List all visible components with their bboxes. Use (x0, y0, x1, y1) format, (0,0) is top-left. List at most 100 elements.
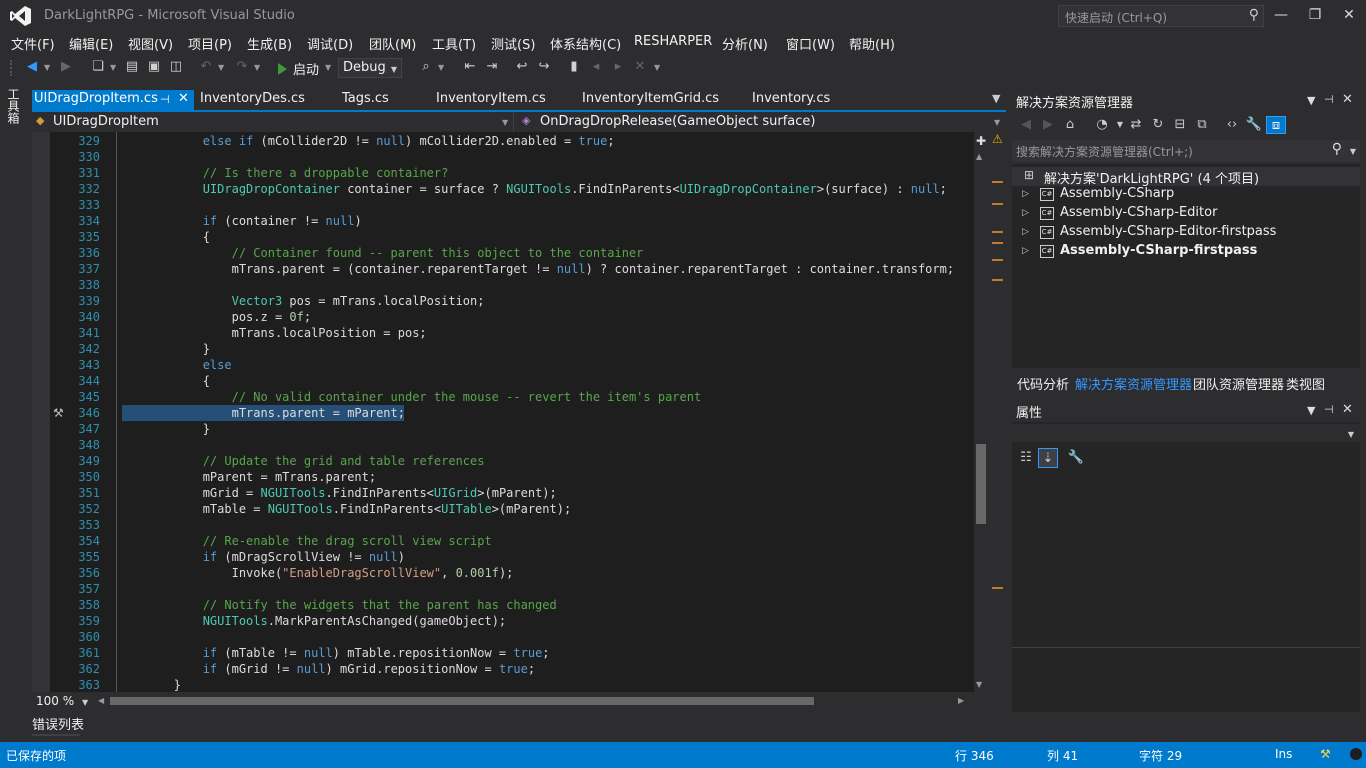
close-icon[interactable]: ✕ (1342, 92, 1353, 107)
close-icon[interactable]: ✕ (1342, 402, 1353, 417)
close-icon[interactable]: ✕ (178, 91, 189, 106)
menu-view[interactable]: 视图(V) (128, 34, 173, 53)
preview-selected-items-icon[interactable]: ⧈ (1266, 116, 1286, 134)
tab-inventoryitemgrid[interactable]: InventoryItemGrid.cs (582, 90, 719, 110)
code-line[interactable]: 355 if (mDragScrollView != null) (32, 549, 974, 565)
code-line[interactable]: 336 // Container found -- parent this ob… (32, 245, 974, 261)
tab-class-view[interactable]: 类视图 (1286, 374, 1325, 393)
tab-uidragdropitem[interactable]: UIDragDropItem.cs ⊣ ✕ (32, 90, 194, 110)
tab-inventory[interactable]: Inventory.cs (752, 90, 830, 110)
code-line[interactable]: 356 Invoke("EnableDragScrollView", 0.001… (32, 565, 974, 581)
menu-tools[interactable]: 工具(T) (432, 34, 476, 53)
forward-icon[interactable]: ▶ (1038, 116, 1058, 134)
code-line[interactable]: 334 if (container != null) (32, 213, 974, 229)
scroll-left-icon[interactable]: ◀ (98, 696, 104, 705)
toolbar-options-icon[interactable]: ▼ (654, 63, 660, 72)
code-line[interactable]: 337 mTrans.parent = (container.reparentT… (32, 261, 974, 277)
property-pages-wrench-icon[interactable]: 🔧 (1066, 448, 1086, 468)
expand-icon[interactable]: ▷ (1022, 189, 1029, 199)
solution-explorer-search-input[interactable]: 搜索解决方案资源管理器(Ctrl+;) ⚲ ▼ (1012, 140, 1360, 162)
view-code-icon[interactable]: ‹› (1222, 116, 1242, 134)
menu-test[interactable]: 测试(S) (491, 34, 535, 53)
open-file-icon[interactable]: ▤ (124, 59, 140, 75)
code-line[interactable]: 349 // Update the grid and table referen… (32, 453, 974, 469)
code-line[interactable]: 357 (32, 581, 974, 597)
properties-wrench-icon[interactable]: 🔧 (1244, 116, 1264, 134)
code-line[interactable]: 360 (32, 629, 974, 645)
code-line[interactable]: 338 (32, 277, 974, 293)
comment-icon[interactable]: ↩ (514, 59, 530, 75)
code-line[interactable]: 335 { (32, 229, 974, 245)
toolbox-tab[interactable]: 工具箱 (6, 88, 22, 124)
scroll-right-icon[interactable]: ▶ (958, 696, 964, 705)
collapse-all-icon[interactable]: ⊟ (1170, 116, 1190, 134)
back-icon[interactable]: ◀ (24, 59, 40, 75)
vertical-scrollbar[interactable] (974, 132, 1006, 692)
new-project-icon[interactable]: ❏ (90, 59, 106, 75)
solution-configuration-select[interactable]: Debug ▼ (338, 58, 402, 78)
pin-icon[interactable]: ⊣ (1324, 403, 1334, 416)
code-line[interactable]: 363 } (32, 677, 974, 692)
new-project-dropdown-icon[interactable]: ▼ (110, 63, 116, 72)
code-line[interactable]: 342 } (32, 341, 974, 357)
find-dropdown-icon[interactable]: ▼ (438, 63, 444, 72)
code-line[interactable]: 341 mTrans.localPosition = pos; (32, 325, 974, 341)
code-line[interactable]: 333 (32, 197, 974, 213)
next-bookmark-icon[interactable]: ▸ (610, 59, 626, 75)
sync-with-document-icon[interactable]: ⇄ (1126, 116, 1146, 134)
expand-icon[interactable]: ▷ (1022, 208, 1029, 218)
find-in-files-icon[interactable]: ⌕ (418, 59, 434, 75)
undo-icon[interactable]: ↶ (198, 59, 214, 75)
menu-window[interactable]: 窗口(W) (786, 34, 835, 53)
zoom-dropdown-icon[interactable]: ▼ (82, 698, 88, 707)
code-line[interactable]: 347 } (32, 421, 974, 437)
bookmark-icon[interactable]: ▮ (566, 59, 582, 75)
menu-project[interactable]: 项目(P) (188, 34, 232, 53)
uncomment-icon[interactable]: ↪ (536, 59, 552, 75)
code-editor[interactable]: ⚒ 329 else if (mCollider2D != null) mCol… (32, 132, 974, 692)
tab-overflow-icon[interactable]: ▼ (992, 92, 1000, 105)
show-all-files-icon[interactable]: ⧉ (1192, 116, 1212, 134)
code-line[interactable]: 359 NGUITools.MarkParentAsChanged(gameOb… (32, 613, 974, 629)
code-line[interactable]: 353 (32, 517, 974, 533)
scroll-down-icon[interactable]: ▼ (976, 680, 982, 689)
save-icon[interactable]: ▣ (146, 59, 162, 75)
menu-analyze[interactable]: 分析(N) (722, 34, 768, 53)
notification-icon[interactable] (1350, 748, 1362, 760)
menu-debug[interactable]: 调试(D) (307, 34, 353, 53)
menu-architecture[interactable]: 体系结构(C) (550, 34, 621, 53)
code-line[interactable]: 346 mTrans.parent = mParent; (32, 405, 974, 421)
code-line[interactable]: 352 mTable = NGUITools.FindInParents<UIT… (32, 501, 974, 517)
minimize-button[interactable]: — (1266, 4, 1296, 26)
redo-dropdown-icon[interactable]: ▼ (254, 63, 260, 72)
pin-icon[interactable]: ⊣ (160, 93, 170, 106)
panel-options-icon[interactable]: ▼ (1307, 404, 1315, 417)
tab-team-explorer[interactable]: 团队资源管理器 (1193, 374, 1284, 393)
menu-team[interactable]: 团队(M) (369, 34, 416, 53)
menu-edit[interactable]: 编辑(E) (69, 34, 113, 53)
tab-inventorydes[interactable]: InventoryDes.cs (200, 90, 305, 110)
categorized-icon[interactable]: ☷ (1016, 448, 1036, 468)
properties-object-select[interactable]: ▼ (1012, 424, 1360, 442)
code-line[interactable]: 344 { (32, 373, 974, 389)
undo-dropdown-icon[interactable]: ▼ (218, 63, 224, 72)
tab-code-analysis[interactable]: 代码分析 (1017, 374, 1069, 393)
expand-icon[interactable]: ▷ (1022, 227, 1029, 237)
tree-root-row[interactable]: ⊞ 解决方案'DarkLightRPG' (4 个项目) (1012, 167, 1360, 187)
expand-icon[interactable]: ▷ (1022, 246, 1029, 256)
publish-icon[interactable]: ⚒ (1320, 747, 1331, 761)
start-dropdown-icon[interactable]: ▼ (325, 63, 331, 72)
split-window-icon[interactable]: ✚ (976, 134, 986, 148)
code-line[interactable]: 343 else (32, 357, 974, 373)
tab-inventoryitem[interactable]: InventoryItem.cs (436, 90, 546, 110)
back-dropdown-icon[interactable]: ▼ (44, 63, 50, 72)
menu-file[interactable]: 文件(F) (11, 34, 55, 53)
save-all-icon[interactable]: ◫ (168, 59, 184, 75)
format-indent-icon[interactable]: ⇤ (462, 59, 478, 75)
menu-build[interactable]: 生成(B) (247, 34, 292, 53)
menu-resharper[interactable]: RESHARPER (634, 34, 712, 49)
tab-solution-explorer[interactable]: 解决方案资源管理器 (1075, 374, 1192, 393)
clear-bookmarks-icon[interactable]: ✕ (632, 59, 648, 75)
scrollbar-thumb[interactable] (976, 444, 986, 524)
forward-icon[interactable]: ▶ (58, 59, 74, 75)
